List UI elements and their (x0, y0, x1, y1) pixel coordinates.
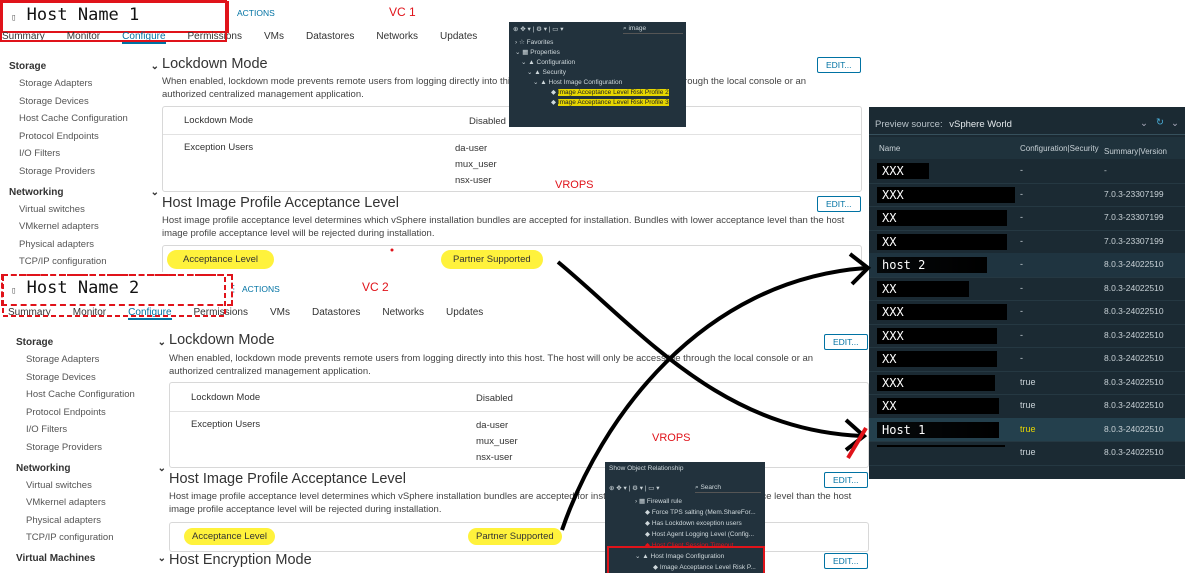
annotation-box-vc2-host (2, 274, 226, 317)
arrow-vc1-to-host1 (556, 260, 863, 438)
annotation-box-vc1-host (0, 0, 227, 42)
red-pen-mark (846, 426, 868, 460)
annotation-arrows (0, 0, 872, 531)
annotation-dot (390, 248, 394, 252)
